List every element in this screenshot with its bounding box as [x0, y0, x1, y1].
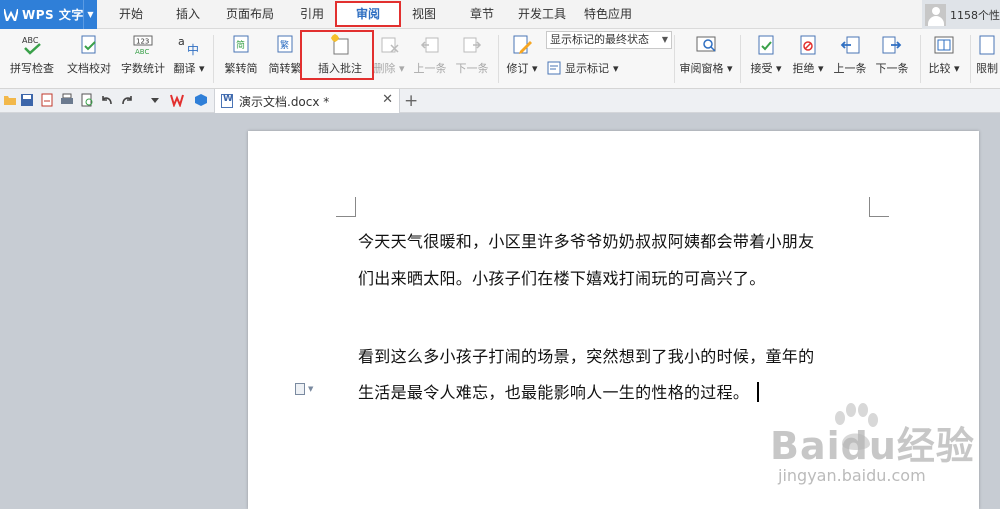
watermark-url: jingyan.baidu.com — [778, 466, 926, 485]
export-pdf-icon[interactable] — [40, 93, 54, 107]
paragraph-1-line-1[interactable]: 今天天气很暖和，小区里许多爷爷奶奶叔叔阿姨都会带着小朋友 — [358, 228, 814, 252]
restrict-editing-button[interactable]: 限制 — [974, 31, 1000, 85]
compare-button[interactable]: 比较 ▾ — [924, 31, 964, 85]
tab-view[interactable]: 视图 — [405, 0, 443, 29]
app-name: WPS 文字 — [22, 8, 84, 22]
prev-change-icon — [840, 36, 860, 54]
paragraph-2-line-2[interactable]: 生活是最令人难忘，也最能影响人一生的性格的过程。 — [358, 379, 760, 403]
prev-comment-button[interactable]: 上一条 — [410, 31, 450, 85]
accept-button[interactable]: 接受 ▾ — [746, 31, 786, 85]
reject-button[interactable]: 拒绝 ▾ — [788, 31, 828, 85]
accept-icon — [758, 35, 774, 55]
tab-chapter[interactable]: 章节 — [463, 0, 501, 29]
tab-developer[interactable]: 开发工具 — [514, 0, 570, 29]
open-folder-icon[interactable] — [3, 93, 17, 107]
review-ribbon: ABC 拼写检查 文档校对 123 ABC 字数统计 a中 翻译 ▾ 简 繁转简 … — [0, 29, 1000, 89]
svg-text:繁: 繁 — [280, 39, 289, 51]
review-pane-button[interactable]: 审阅窗格 ▾ — [676, 31, 736, 85]
simp-to-trad-icon: 繁 — [277, 35, 293, 53]
save-icon[interactable] — [20, 93, 34, 107]
trad-to-simp-button[interactable]: 简 繁转简 — [219, 31, 263, 85]
restrict-editing-icon — [979, 35, 995, 55]
new-tab-icon[interactable]: + — [404, 91, 418, 111]
text-cursor — [757, 382, 760, 402]
svg-text:a: a — [178, 35, 185, 48]
compare-icon — [934, 36, 954, 54]
next-change-button[interactable]: 下一条 — [872, 31, 912, 85]
wps-logo-icon — [4, 8, 18, 22]
tab-references[interactable]: 引用 — [293, 0, 331, 29]
spell-check-icon: ABC — [22, 36, 41, 55]
quick-access-bar — [0, 89, 1000, 113]
delete-comment-button[interactable]: 删除 ▾ — [370, 31, 408, 85]
chevron-down-icon: ▼ — [308, 385, 314, 393]
redo-icon[interactable] — [120, 93, 134, 107]
prev-change-button[interactable]: 上一条 — [830, 31, 870, 85]
comment-marker[interactable]: ▼ — [295, 383, 313, 395]
menu-bar: WPS 文字 ▼ 开始 插入 页面布局 引用 审阅 视图 章节 开发工具 特色应… — [0, 0, 1000, 29]
track-changes-button[interactable]: 修订 ▾ — [502, 31, 542, 85]
chevron-down-icon[interactable]: ▼ — [83, 0, 97, 29]
tab-page-layout[interactable]: 页面布局 — [222, 0, 278, 29]
word-count-button[interactable]: 123 ABC 字数统计 — [117, 31, 169, 85]
insert-comment-highlight — [300, 30, 374, 80]
cloud-box-icon[interactable] — [194, 93, 208, 107]
margin-corner-top-left — [336, 197, 356, 217]
review-pane-icon — [696, 36, 716, 52]
prev-comment-icon — [420, 37, 439, 53]
markup-state-dropdown[interactable]: 显示标记的最终状态 ▼ — [546, 31, 672, 49]
wps-app-menu-button[interactable]: WPS 文字 ▼ — [0, 0, 97, 29]
spell-check-button[interactable]: ABC 拼写检查 — [2, 31, 62, 85]
document-tab[interactable]: 演示文档.docx * ✕ — [214, 89, 400, 113]
doc-proof-button[interactable]: 文档校对 — [63, 31, 115, 85]
svg-text:中: 中 — [187, 42, 199, 57]
tab-review[interactable]: 审阅 — [335, 0, 401, 29]
svg-text:123: 123 — [136, 38, 149, 46]
show-markup-button[interactable]: 显示标记 ▾ — [547, 60, 627, 82]
user-account[interactable]: 1158个性 — [922, 0, 1000, 29]
delete-comment-icon — [381, 37, 399, 53]
margin-corner-top-right — [869, 197, 889, 217]
svg-text:简: 简 — [236, 39, 245, 51]
word-doc-icon — [221, 94, 233, 108]
reject-icon — [800, 35, 816, 55]
svg-text:ABC: ABC — [135, 48, 149, 56]
paragraph-2-line-1[interactable]: 看到这么多小孩子打闹的场景，突然想到了我小的时候，童年的 — [358, 343, 814, 367]
word-count-icon: 123 ABC — [133, 35, 153, 56]
print-icon[interactable] — [60, 93, 74, 107]
document-tab-title: 演示文档.docx * — [239, 94, 330, 109]
close-icon[interactable]: ✕ — [382, 92, 393, 107]
track-changes-icon — [513, 35, 532, 54]
next-comment-icon — [463, 37, 482, 53]
tab-insert[interactable]: 插入 — [169, 0, 207, 29]
translate-icon: a中 — [178, 35, 199, 57]
wps-docer-icon[interactable] — [170, 93, 184, 107]
doc-proof-icon — [81, 35, 96, 54]
next-change-icon — [882, 36, 902, 54]
customize-toolbar-icon[interactable] — [148, 93, 162, 107]
tab-special-apps[interactable]: 特色应用 — [580, 0, 636, 29]
watermark-text: Baidu经验 — [770, 424, 975, 468]
paragraph-1-line-2[interactable]: 们出来晒太阳。小孩子们在楼下嬉戏打闹玩的可高兴了。 — [358, 265, 766, 289]
print-preview-icon[interactable] — [80, 93, 94, 107]
comment-marker-icon — [295, 383, 305, 395]
trad-to-simp-icon: 简 — [233, 35, 249, 53]
user-name: 1158个性 — [950, 8, 1000, 22]
next-comment-button[interactable]: 下一条 — [452, 31, 492, 85]
translate-button[interactable]: a中 翻译 ▾ — [169, 31, 209, 85]
tab-home[interactable]: 开始 — [112, 0, 150, 29]
svg-text:ABC: ABC — [22, 36, 39, 45]
show-markup-icon — [547, 61, 561, 75]
avatar — [925, 3, 946, 26]
undo-icon[interactable] — [100, 93, 114, 107]
